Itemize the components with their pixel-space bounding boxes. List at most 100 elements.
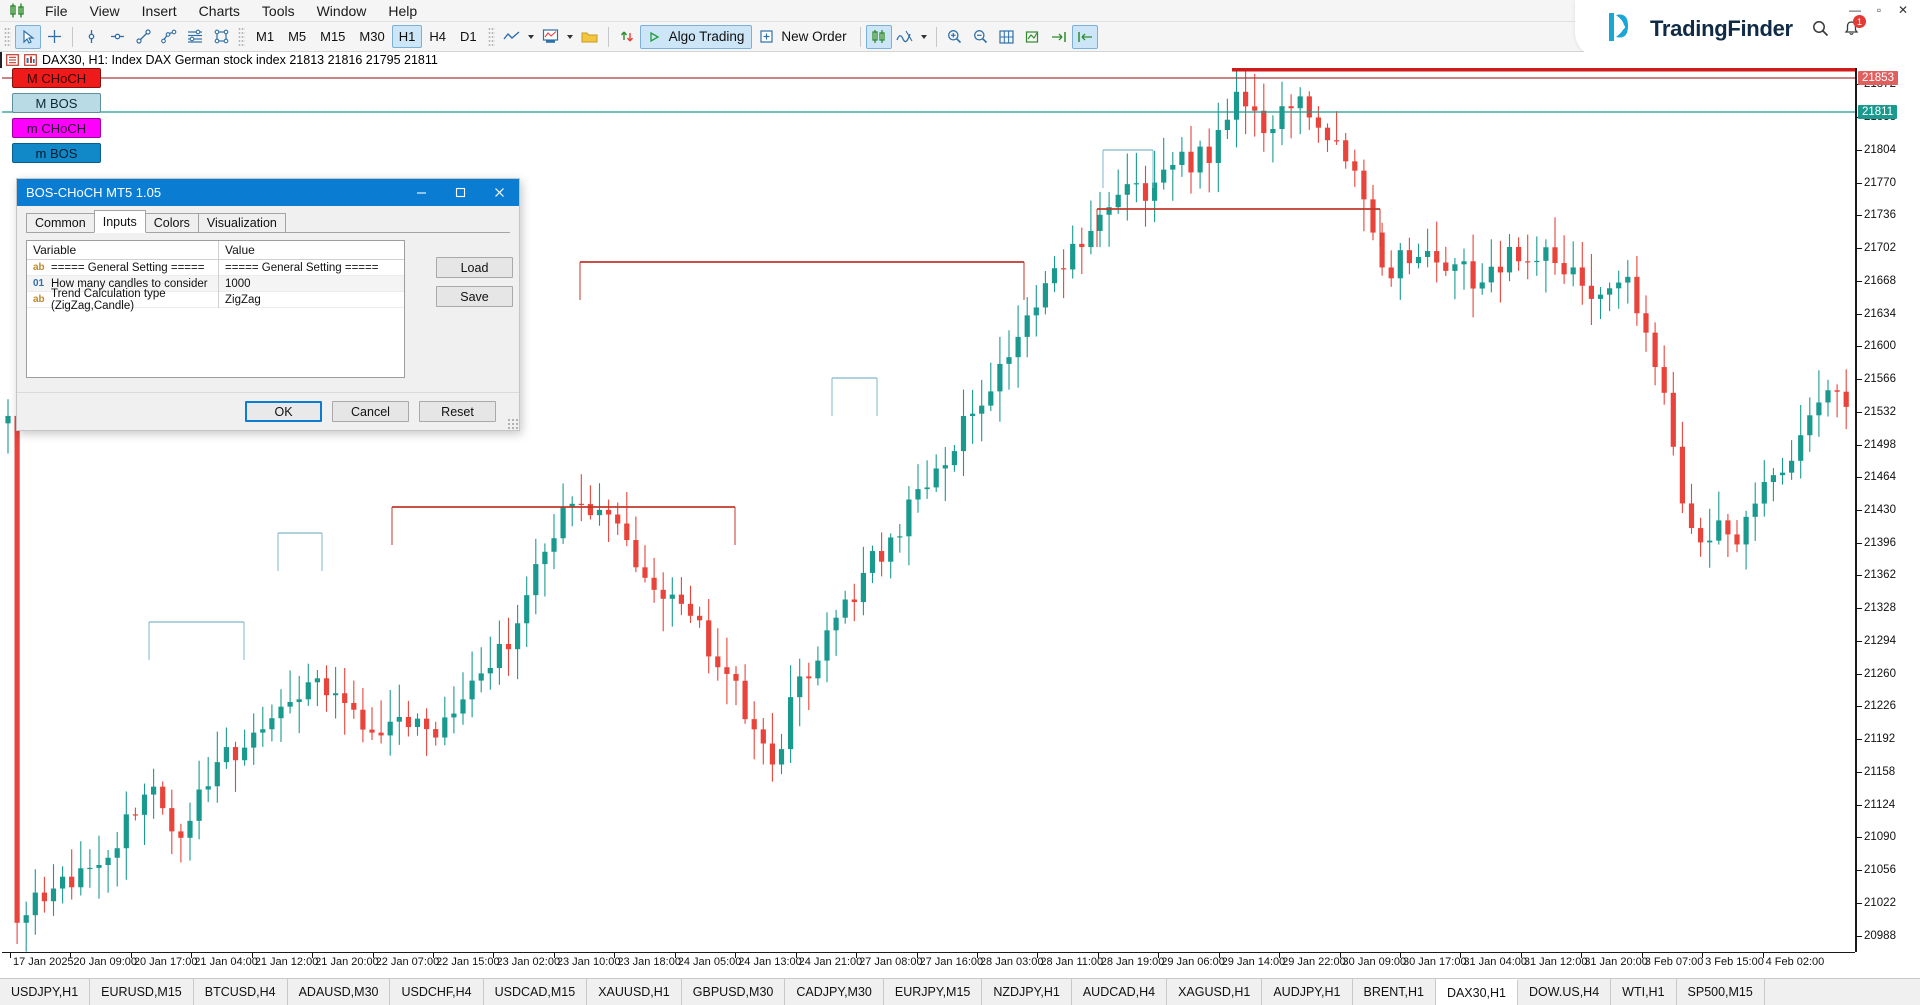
algo-trading-button[interactable]: Algo Trading [640,25,753,49]
symbol-tab-xagusd-h1[interactable]: XAGUSD,H1 [1167,979,1262,1005]
toolbar-grip[interactable] [4,27,11,47]
symbol-tab-usdjpy-h1[interactable]: USDJPY,H1 [0,979,90,1005]
indicators-dropdown[interactable] [918,25,931,49]
cursor-arrow-icon[interactable] [15,25,41,49]
tab-colors[interactable]: Colors [145,213,199,232]
parameter-value[interactable]: ===== General Setting ===== [219,262,404,274]
shift-end-icon[interactable] [1046,25,1072,49]
legend-label-0[interactable]: M CHoCH [12,68,101,88]
menu-charts[interactable]: Charts [188,0,251,22]
parameters-table[interactable]: Variable Value ab===== General Setting =… [26,240,405,378]
parameter-value[interactable]: ZigZag [219,294,404,306]
symbol-tab-usdchf-h4[interactable]: USDCHF,H4 [390,979,483,1005]
save-button[interactable]: Save [436,286,513,307]
trendline-icon[interactable] [130,25,156,49]
vertical-line-icon[interactable] [78,25,104,49]
price-tick: 21634 [1857,309,1896,320]
symbol-tab-usdcad-m15[interactable]: USDCAD,M15 [484,979,588,1005]
folder-open-icon[interactable] [577,25,603,49]
legend-label-2[interactable]: m CHoCH [12,118,101,138]
timeframe-m1[interactable]: M1 [249,25,281,48]
dialog-titlebar[interactable]: BOS-CHoCH MT5 1.05 [17,179,519,206]
symbol-tab-wti-h1[interactable]: WTI,H1 [1611,979,1676,1005]
dialog-maximize-icon[interactable] [441,179,480,206]
price-tick: 21056 [1857,865,1896,876]
shapes-icon[interactable] [208,25,234,49]
legend-label-3[interactable]: m BOS [12,143,101,163]
objects-icon[interactable] [1020,25,1046,49]
templates-dropdown[interactable] [564,25,577,49]
line-chart-icon[interactable] [499,25,525,49]
shift-start-icon[interactable] [1072,25,1098,49]
symbol-tab-dax30-h1[interactable]: DAX30,H1 [1436,979,1518,1005]
dialog-minimize-icon[interactable] [402,179,441,206]
chart-list-icon[interactable] [6,54,19,66]
dialog-resize-handle[interactable] [507,418,518,429]
timeframe-h4[interactable]: H4 [422,25,453,48]
timeframe-d1[interactable]: D1 [453,25,484,48]
symbol-tab-sp500-m15[interactable]: SP500,M15 [1677,979,1765,1005]
horizontal-line-icon[interactable] [104,25,130,49]
timeframe-m30[interactable]: M30 [352,25,391,48]
new-order-button[interactable]: New Order [752,25,854,49]
legend-label-1[interactable]: M BOS [12,93,101,113]
menu-insert[interactable]: Insert [131,0,188,22]
menu-tools[interactable]: Tools [251,0,306,22]
tab-common[interactable]: Common [26,213,95,232]
symbol-tab-eurjpy-m15[interactable]: EURJPY,M15 [884,979,983,1005]
timeframe-m15[interactable]: M15 [313,25,352,48]
bell-icon[interactable]: 1 [1843,20,1860,42]
price-tick: 21260 [1857,669,1896,680]
tab-inputs[interactable]: Inputs [94,210,146,233]
symbol-tab-nzdjpy-h1[interactable]: NZDJPY,H1 [982,979,1071,1005]
menu-view[interactable]: View [79,0,131,22]
symbol-tab-dow-us-h4[interactable]: DOW.US,H4 [1518,979,1611,1005]
menu-help[interactable]: Help [377,0,428,22]
crosshair-icon[interactable] [41,25,67,49]
line-chart-dropdown[interactable] [525,25,538,49]
polyline-icon[interactable] [156,25,182,49]
symbol-tab-brent-h1[interactable]: BRENT,H1 [1353,979,1436,1005]
toolbar-separator-3 [860,27,861,47]
time-tick: 21 Jan 12:00 [252,956,319,969]
timeframe-h1[interactable]: H1 [392,25,423,48]
symbol-tab-cadjpy-m30[interactable]: CADJPY,M30 [785,979,884,1005]
templates-icon[interactable] [538,25,564,49]
indicators-icon[interactable] [892,25,918,49]
toolbar-grip-charttools[interactable] [488,27,495,47]
load-button[interactable]: Load [436,257,513,278]
symbol-tab-xauusd-h1[interactable]: XAUUSD,H1 [587,979,682,1005]
zoom-in-icon[interactable] [942,25,968,49]
indicator-properties-dialog[interactable]: BOS-CHoCH MT5 1.05 Common Inputs Colors … [16,178,520,431]
symbol-tab-adausd-m30[interactable]: ADAUSD,M30 [288,979,391,1005]
symbol-tab-gbpusd-m30[interactable]: GBPUSD,M30 [682,979,786,1005]
cancel-button[interactable]: Cancel [332,401,409,422]
close-button[interactable]: ✕ [1892,2,1914,18]
candlestick-icon[interactable] [866,25,892,49]
ok-button[interactable]: OK [245,401,322,422]
search-icon[interactable] [1812,20,1829,42]
fibonacci-icon[interactable] [182,25,208,49]
symbol-tab-audcad-h4[interactable]: AUDCAD,H4 [1072,979,1167,1005]
toolbar-grip-timeframes[interactable] [238,27,245,47]
menu-window[interactable]: Window [306,0,378,22]
parameter-row[interactable]: ab===== General Setting ========== Gener… [27,260,404,276]
reset-button[interactable]: Reset [419,401,496,422]
time-axis[interactable]: 17 Jan 202520 Jan 09:0020 Jan 17:0021 Ja… [2,952,1855,974]
timeframe-m5[interactable]: M5 [281,25,313,48]
price-axis[interactable]: 2187221838218042177021736217022166821634… [1855,68,1920,952]
parameter-value[interactable]: 1000 [219,278,404,290]
tab-visualization[interactable]: Visualization [198,213,286,232]
grid-icon[interactable] [994,25,1020,49]
symbol-tab-audjpy-h1[interactable]: AUDJPY,H1 [1262,979,1352,1005]
chart-properties-icon[interactable] [24,54,37,66]
dialog-close-icon[interactable] [480,179,519,206]
auto-scroll-icon[interactable] [614,25,640,49]
parameter-row[interactable]: abTrend Calculation type (ZigZag,Candle)… [27,292,404,308]
menu-file[interactable]: File [34,0,79,22]
time-tick: 17 Jan 2025 [10,956,74,969]
symbol-tab-eurusd-m15[interactable]: EURUSD,M15 [90,979,194,1005]
symbol-tab-btcusd-h4[interactable]: BTCUSD,H4 [194,979,288,1005]
zoom-out-icon[interactable] [968,25,994,49]
maximize-button[interactable]: ▫ [1868,2,1890,18]
